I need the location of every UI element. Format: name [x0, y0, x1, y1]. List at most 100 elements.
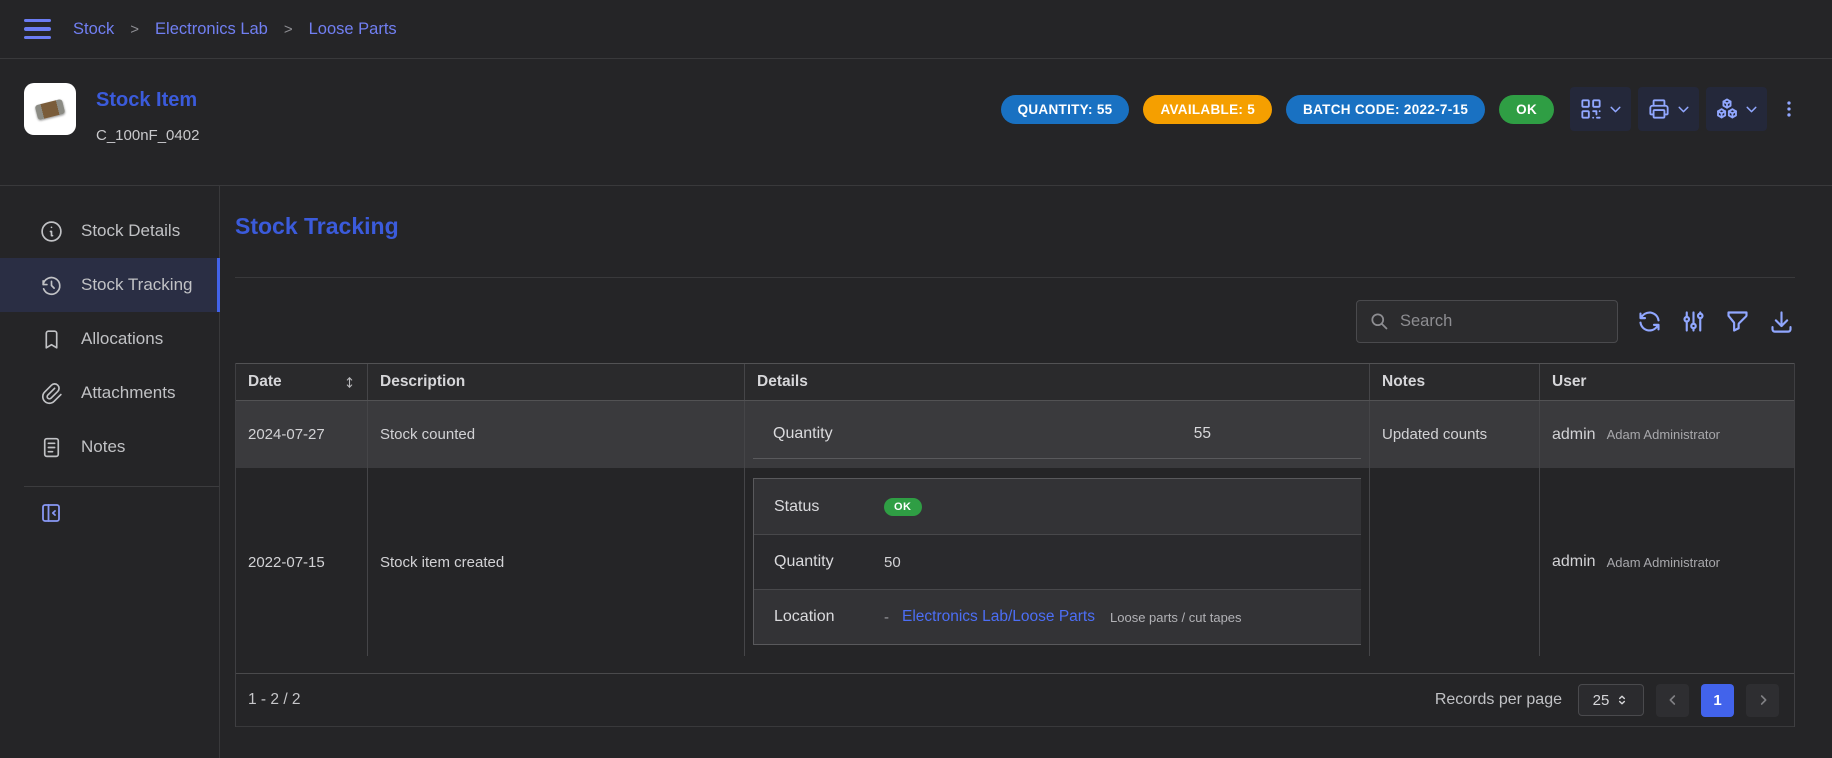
table-row[interactable]: 2024-07-27 Stock counted Quantity 55 Upd… [236, 401, 1794, 468]
sidebar-item-attachments[interactable]: Attachments [0, 366, 219, 420]
chevron-down-icon [1743, 101, 1760, 118]
detail-value: 50 [884, 554, 901, 571]
user-fullname: Adam Administrator [1607, 555, 1720, 570]
content-area: Stock Details Stock Tracking Allocations [0, 186, 1832, 758]
sidebar-item-label: Notes [81, 437, 125, 457]
page-title: Stock Item [96, 89, 199, 111]
column-header-date[interactable]: Date [236, 364, 368, 400]
panel-divider [235, 277, 1795, 278]
printer-icon [1646, 96, 1672, 122]
records-per-page-select[interactable]: 25 [1578, 684, 1644, 716]
available-badge: AVAILABLE: 5 [1143, 95, 1272, 124]
table-header-row: Date Description Details Notes User [236, 363, 1794, 401]
sidebar-item-stock-details[interactable]: Stock Details [0, 204, 219, 258]
date-cell: 2024-07-27 [236, 401, 368, 468]
record-range: 1 - 2 / 2 [248, 691, 301, 709]
records-per-page-label: Records per page [1435, 691, 1562, 709]
capacitor-image [35, 98, 66, 119]
breadcrumb-link-stock[interactable]: Stock [73, 20, 114, 39]
sidebar-item-notes[interactable]: Notes [0, 420, 219, 474]
qrcode-icon [1578, 96, 1604, 122]
status-ok-badge: OK [1499, 95, 1554, 124]
download-icon[interactable] [1768, 308, 1795, 335]
date-cell: 2022-07-15 [236, 468, 368, 656]
print-actions-button[interactable] [1638, 87, 1699, 131]
column-label: Details [757, 373, 808, 391]
sidebar-item-label: Stock Tracking [81, 275, 193, 295]
description-cell: Stock item created [368, 468, 745, 656]
location-description: Loose parts / cut tapes [1110, 610, 1242, 625]
location-dash: - [884, 609, 889, 626]
barcode-actions-button[interactable] [1570, 87, 1631, 131]
notes-cell [1370, 468, 1540, 656]
main-panel: Stock Tracking [220, 186, 1832, 758]
user-cell: admin Adam Administrator [1540, 401, 1794, 468]
next-page-button[interactable] [1746, 684, 1779, 717]
chevron-right-icon [1755, 692, 1771, 708]
detail-quantity-row: Quantity 50 [754, 534, 1361, 589]
sidebar-collapse-icon[interactable] [39, 501, 63, 525]
location-link[interactable]: Electronics Lab/Loose Parts [902, 608, 1095, 626]
sidebar: Stock Details Stock Tracking Allocations [0, 186, 220, 758]
panel-title: Stock Tracking [235, 212, 1795, 240]
sort-icon [342, 375, 357, 390]
previous-page-button[interactable] [1656, 684, 1689, 717]
search-input[interactable] [1400, 312, 1620, 331]
sidebar-item-label: Allocations [81, 329, 163, 349]
file-text-icon [39, 435, 64, 460]
paperclip-icon [39, 381, 64, 406]
detail-value: 55 [883, 425, 1361, 443]
details-subtable: Status OK Quantity 50 Location - Electro… [753, 478, 1361, 645]
selector-icon [1615, 693, 1629, 707]
part-name: C_100nF_0402 [96, 127, 199, 144]
stock-item-page: Stock > Electronics Lab > Loose Parts St… [0, 0, 1832, 758]
column-header-notes: Notes [1370, 364, 1540, 400]
breadcrumb-link-loose-parts[interactable]: Loose Parts [309, 20, 397, 39]
dots-vertical-icon [1778, 98, 1800, 120]
detail-label: Quantity [773, 425, 883, 443]
detail-label: Status [774, 498, 884, 516]
user-cell: admin Adam Administrator [1540, 468, 1794, 656]
username: admin [1552, 426, 1596, 444]
sidebar-item-allocations[interactable]: Allocations [0, 312, 219, 366]
breadcrumb-separator: > [130, 21, 139, 38]
breadcrumb-bar: Stock > Electronics Lab > Loose Parts [0, 0, 1832, 59]
adjustments-icon[interactable] [1680, 308, 1707, 335]
column-label: Description [380, 373, 465, 391]
part-thumbnail[interactable] [24, 83, 76, 135]
sidebar-divider [24, 486, 219, 487]
sidebar-item-stock-tracking[interactable]: Stock Tracking [0, 258, 219, 312]
table-filler [236, 656, 1794, 673]
breadcrumb-separator: > [284, 21, 293, 38]
username: admin [1552, 553, 1596, 571]
description-cell: Stock counted [368, 401, 745, 468]
search-icon [1369, 311, 1390, 332]
breadcrumb-link-electronics-lab[interactable]: Electronics Lab [155, 20, 268, 39]
quantity-badge: QUANTITY: 55 [1001, 95, 1130, 124]
menu-icon[interactable] [24, 19, 51, 40]
table-row[interactable]: 2022-07-15 Stock item created Status OK … [236, 468, 1794, 656]
stock-tracking-table: Date Description Details Notes User 20 [235, 363, 1795, 727]
info-circle-icon [39, 219, 64, 244]
details-cell: Status OK Quantity 50 Location - Electro… [745, 468, 1370, 656]
column-header-details: Details [745, 364, 1370, 400]
sidebar-item-label: Attachments [81, 383, 176, 403]
refresh-icon[interactable] [1636, 308, 1663, 335]
status-badges: QUANTITY: 55 AVAILABLE: 5 BATCH CODE: 20… [1001, 83, 1554, 135]
user-fullname: Adam Administrator [1607, 427, 1720, 442]
page-1-button[interactable]: 1 [1701, 684, 1734, 717]
stock-actions-button[interactable] [1706, 87, 1767, 131]
column-header-user: User [1540, 364, 1794, 400]
breadcrumb: Stock > Electronics Lab > Loose Parts [73, 20, 397, 39]
search-box [1356, 300, 1618, 343]
status-ok-badge: OK [884, 498, 922, 516]
packages-icon [1714, 96, 1740, 122]
bookmark-icon [39, 327, 64, 352]
detail-location-row: Location - Electronics Lab/Loose Parts L… [754, 589, 1361, 644]
filter-icon[interactable] [1724, 308, 1751, 335]
notes-cell: Updated counts [1370, 401, 1540, 468]
detail-status-row: Status OK [754, 479, 1361, 534]
history-icon [39, 273, 64, 298]
more-options-button[interactable] [1774, 87, 1804, 131]
records-per-page-value: 25 [1593, 692, 1610, 709]
